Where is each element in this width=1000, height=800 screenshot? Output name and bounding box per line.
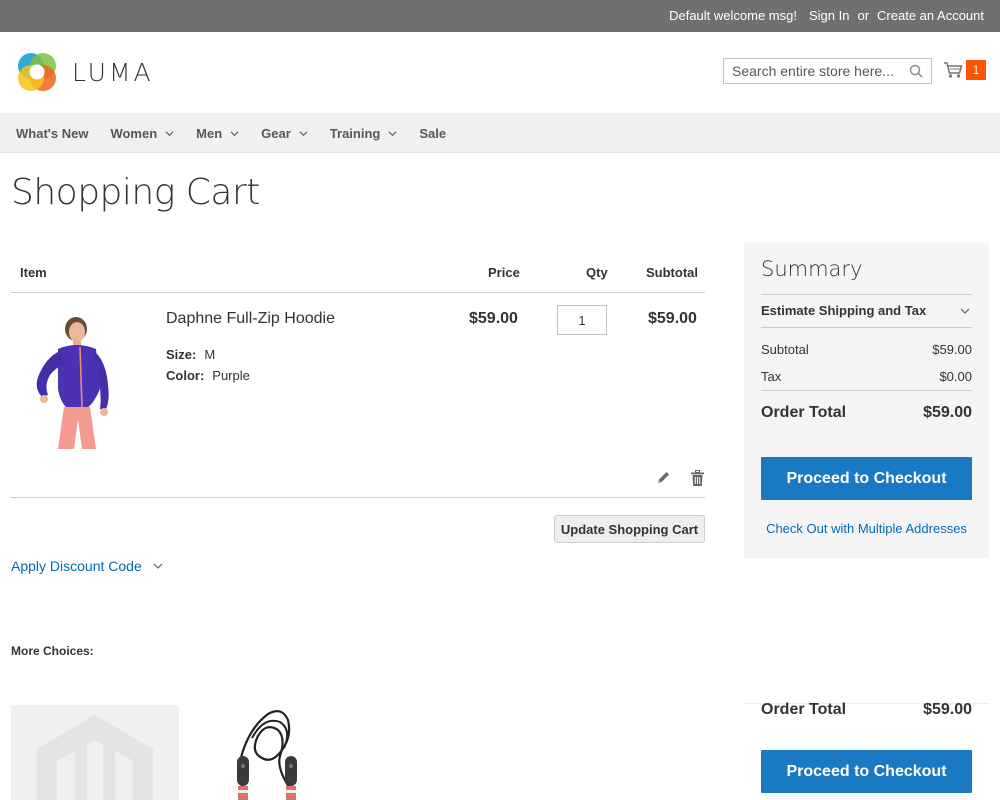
nav-item-training[interactable]: Training (330, 126, 398, 141)
search-box (723, 58, 932, 84)
order-total-label: Order Total (761, 404, 847, 421)
summary-divider (761, 390, 972, 391)
order-total-value: $59.00 (923, 404, 972, 421)
chevron-down-icon (299, 130, 308, 136)
column-header-item: Item (20, 265, 47, 280)
site-header: LUMA 1 (0, 32, 1000, 113)
welcome-message: Default welcome msg! (669, 8, 797, 23)
qty-input[interactable] (557, 305, 607, 335)
column-header-qty: Qty (586, 265, 608, 280)
nav-item-label: Men (196, 125, 223, 141)
nav-item-men[interactable]: Men (196, 126, 239, 141)
magento-placeholder-icon (37, 715, 153, 800)
nav-item-sale[interactable]: Sale (419, 126, 446, 141)
order-total-label: Order Total (761, 701, 847, 718)
pencil-icon[interactable] (656, 470, 671, 485)
tax-value: $0.00 (939, 369, 972, 384)
multi-address-checkout-link[interactable]: Check Out with Multiple Addresses (761, 521, 972, 536)
product-image[interactable] (24, 315, 120, 450)
header-links: Default welcome msg! Sign In or Create a… (669, 8, 984, 23)
trash-icon[interactable] (691, 470, 704, 486)
main-navigation: What's New Women Men Gear Training Sale (0, 113, 1000, 153)
column-header-subtotal: Subtotal (646, 265, 698, 280)
option-label: Size: (166, 347, 197, 362)
order-total-value: $59.00 (923, 701, 972, 718)
summary-divider (761, 327, 972, 328)
option-value: Purple (212, 368, 250, 383)
nav-item-women[interactable]: Women (110, 126, 174, 141)
proceed-to-checkout-button[interactable]: Proceed to Checkout (761, 457, 972, 500)
column-header-price: Price (488, 265, 520, 280)
estimate-shipping-label: Estimate Shipping and Tax (761, 303, 927, 318)
chevron-down-icon (165, 130, 174, 136)
sign-in-link[interactable]: Sign In (809, 8, 849, 23)
search-icon[interactable] (909, 64, 923, 78)
option-value: M (204, 347, 216, 362)
product-option-size: Size: M (166, 347, 215, 362)
sticky-checkout-button[interactable]: Proceed to Checkout (761, 750, 972, 793)
nav-item-gear[interactable]: Gear (261, 126, 308, 141)
store-logo[interactable]: LUMA (16, 51, 154, 93)
product-option-color: Color: Purple (166, 368, 250, 383)
luma-logo-icon (18, 53, 56, 91)
page-title: Shopping Cart (11, 172, 260, 213)
chevron-down-icon (960, 308, 970, 314)
subtotal-label: Subtotal (761, 342, 809, 357)
nav-item-label: Sale (419, 125, 447, 141)
chevron-down-icon (388, 130, 397, 136)
order-total-row: Order Total $59.00 (761, 701, 972, 719)
item-row-divider (11, 497, 705, 498)
jump-rope-image[interactable] (222, 708, 308, 800)
cart-icon (944, 62, 963, 78)
minicart[interactable]: 1 (943, 60, 986, 80)
nav-item-label: What's New (16, 125, 89, 141)
apply-discount-toggle[interactable]: Apply Discount Code (11, 558, 163, 574)
apply-discount-label: Apply Discount Code (11, 558, 142, 574)
option-label: Color: (166, 368, 205, 383)
summary-title: Summary (761, 257, 863, 281)
subtotal-value: $59.00 (932, 342, 972, 357)
or-text: or (857, 8, 870, 23)
more-choices-title: More Choices: (11, 644, 94, 658)
search-input[interactable] (724, 59, 904, 83)
order-total-row: Order Total $59.00 (761, 404, 972, 422)
item-price: $59.00 (469, 310, 518, 327)
top-bar: Default welcome msg! Sign In or Create a… (0, 0, 1000, 32)
estimate-shipping-toggle[interactable]: Estimate Shipping and Tax (761, 303, 972, 318)
tax-row: Tax $0.00 (761, 369, 972, 384)
table-header-divider (11, 292, 705, 293)
nav-item-whats-new[interactable]: What's New (16, 126, 88, 141)
logo-text: LUMA (72, 57, 154, 87)
nav-item-label: Training (329, 125, 381, 141)
cart-summary: Summary Estimate Shipping and Tax Subtot… (744, 243, 989, 558)
cart-count-badge: 1 (966, 60, 986, 80)
subtotal-row: Subtotal $59.00 (761, 342, 972, 357)
product-placeholder-image[interactable] (11, 705, 179, 800)
nav-item-label: Women (110, 125, 158, 141)
create-account-link[interactable]: Create an Account (877, 8, 984, 23)
sticky-summary: Order Total $59.00 Proceed to Checkout (744, 701, 989, 800)
chevron-down-icon (230, 130, 239, 136)
update-cart-button[interactable]: Update Shopping Cart (554, 515, 705, 543)
chevron-down-icon (153, 563, 163, 569)
item-subtotal: $59.00 (648, 310, 697, 327)
product-name-link[interactable]: Daphne Full-Zip Hoodie (166, 310, 335, 328)
tax-label: Tax (761, 369, 782, 384)
nav-item-label: Gear (261, 125, 291, 141)
summary-divider (761, 294, 972, 295)
